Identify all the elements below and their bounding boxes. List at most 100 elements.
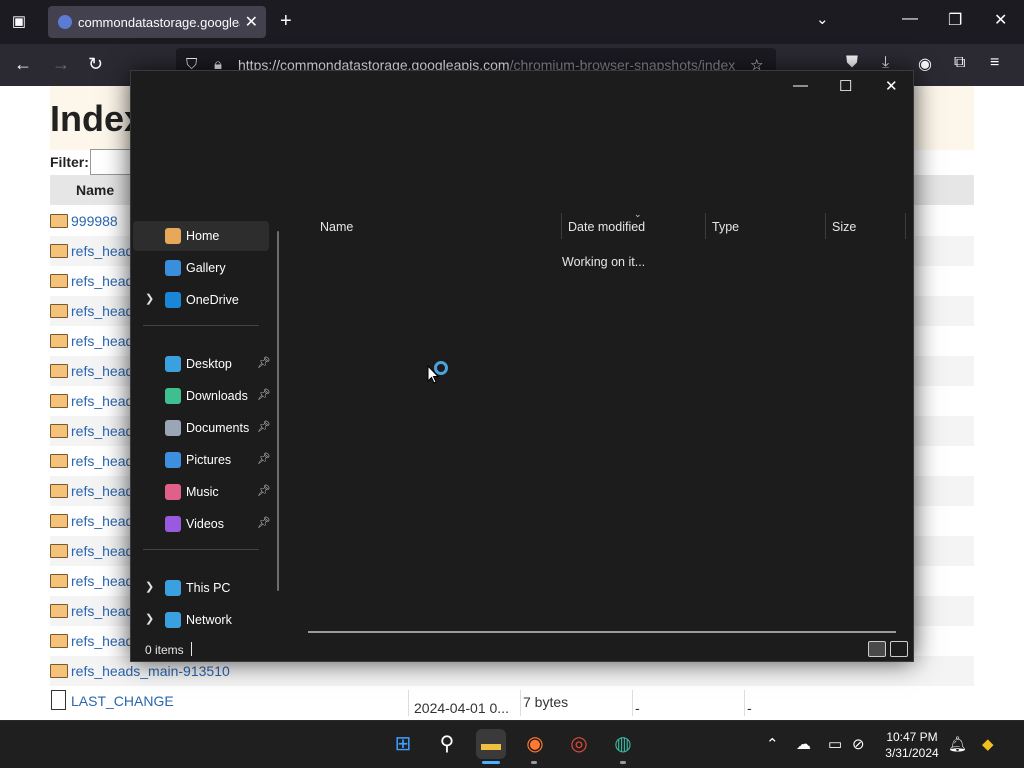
folder-link[interactable]: refs_heads_main-913510: [71, 663, 230, 679]
column-separator[interactable]: [561, 213, 562, 239]
expand-chevron-icon[interactable]: ❯: [145, 580, 154, 593]
browser-close-icon[interactable]: ✕: [994, 10, 1007, 30]
details-view-button[interactable]: [868, 641, 886, 657]
size-cell: 7 bytes: [520, 690, 632, 716]
folder-icon: [50, 424, 68, 438]
nav-item-downloads[interactable]: Downloads 📌︎: [133, 381, 271, 411]
column-type[interactable]: Type: [712, 220, 739, 234]
nav-item-label: Gallery: [186, 261, 226, 275]
nav-item-label: Home: [186, 229, 220, 243]
folder-icon: [50, 634, 68, 648]
folder-link[interactable]: 999988: [71, 213, 118, 229]
column-size[interactable]: Size: [832, 220, 856, 234]
horizontal-scrollbar[interactable]: [308, 631, 896, 633]
filter-label: Filter:: [50, 154, 89, 170]
onedrive-tray-icon[interactable]: ☁: [796, 735, 811, 753]
onedrive-icon: [165, 292, 181, 308]
mouse-cursor-icon: [427, 365, 439, 384]
pin-icon: 📌︎: [257, 517, 271, 529]
pin-icon: 📌︎: [257, 485, 271, 497]
nav-item-documents[interactable]: Documents 📌︎: [133, 413, 271, 443]
expand-chevron-icon[interactable]: ❯: [145, 292, 154, 305]
tab-close-icon[interactable]: ✕: [245, 12, 258, 32]
network-muted-icon[interactable]: ⊘: [852, 735, 865, 753]
clock-date: 3/31/2024: [885, 746, 939, 760]
file-icon: [51, 690, 66, 710]
item-count: 0 items: [145, 643, 184, 657]
nav-item-music[interactable]: Music 📌︎: [133, 477, 271, 507]
display-icon[interactable]: ▭: [828, 735, 842, 753]
date-cell: 2024-04-01 0...: [408, 690, 520, 716]
name-column-header[interactable]: Name: [76, 182, 114, 198]
back-arrow-icon[interactable]: ←: [14, 54, 32, 75]
search-icon[interactable]: ⚲: [432, 729, 462, 759]
nav-item-videos[interactable]: Videos 📌︎: [133, 509, 271, 539]
close-icon[interactable]: ✕: [885, 77, 898, 95]
nav-item-label: Videos: [186, 517, 224, 531]
navigation-pane: Home Gallery ❯ OneDrive Desktop 📌︎ Downloads 📌…: [131, 213, 289, 633]
site-favicon-icon: [58, 15, 72, 29]
column-separator[interactable]: [905, 213, 906, 239]
nav-item-label: Music: [186, 485, 219, 499]
nav-item-home[interactable]: Home: [133, 221, 269, 251]
show-hidden-icons-chevron-icon[interactable]: ⌃: [766, 735, 779, 753]
nav-item-pictures[interactable]: Pictures 📌︎: [133, 445, 271, 475]
file-explorer-icon[interactable]: ▬: [476, 729, 506, 759]
folder-icon: [50, 304, 68, 318]
minimize-icon[interactable]: —: [793, 77, 808, 94]
nav-item-this-pc[interactable]: ❯ This PC: [133, 573, 269, 603]
extensions-icon[interactable]: ⧉: [954, 54, 965, 72]
chrome-icon[interactable]: ◎: [564, 729, 594, 759]
notification-bell-icon[interactable]: 🔔︎: [948, 735, 967, 753]
tab-list-icon[interactable]: ▣: [8, 12, 30, 32]
nav-item-label: This PC: [186, 581, 231, 595]
column-separator[interactable]: [705, 213, 706, 239]
folder-icon: [50, 244, 68, 258]
column-separator[interactable]: [825, 213, 826, 239]
column-name[interactable]: Name: [320, 220, 353, 234]
copilot-icon[interactable]: ◆: [982, 735, 994, 753]
expand-chevron-icon[interactable]: ❯: [145, 612, 154, 625]
firefox-icon[interactable]: ◉: [520, 729, 550, 759]
forward-arrow-icon[interactable]: →: [52, 54, 70, 75]
browser-tab[interactable]: commondatastorage.googleapis.com ✕: [48, 6, 266, 38]
folder-icon: [50, 364, 68, 378]
status-divider: [191, 642, 192, 656]
last-change-link[interactable]: LAST_CHANGE: [71, 693, 174, 709]
list-all-tabs-chevron-icon[interactable]: ⌄: [816, 10, 829, 28]
account-icon[interactable]: ◉: [918, 54, 932, 74]
start-windows-icon[interactable]: ⊞: [388, 729, 418, 759]
reload-icon[interactable]: ↻: [88, 54, 103, 75]
folder-icon: [50, 454, 68, 468]
nav-divider: [143, 549, 259, 550]
nav-item-network[interactable]: ❯ Network: [133, 605, 269, 635]
nav-item-label: Network: [186, 613, 232, 627]
nav-scrollbar[interactable]: [277, 231, 279, 591]
pin-icon: 📌︎: [257, 357, 271, 369]
folder-icon: [50, 214, 68, 228]
nav-item-gallery[interactable]: Gallery: [133, 253, 269, 283]
system-clock[interactable]: 10:47 PM 3/31/2024: [880, 729, 944, 761]
folder-icon: [50, 574, 68, 588]
cell-4: -: [744, 690, 856, 716]
nav-item-onedrive[interactable]: ❯ OneDrive: [133, 285, 269, 315]
folder-icon: [50, 394, 68, 408]
taskbar: ⊞ ⚲ ▬ ◉ ◎ ◍ ⌃ ☁ ▭ ⊘ 10:47 PM 3/31/2024 🔔…: [0, 720, 1024, 768]
menu-icon[interactable]: ≡: [990, 54, 999, 72]
column-date-modified[interactable]: Date modified: [568, 220, 645, 234]
folder-icon: [50, 334, 68, 348]
clock-time: 10:47 PM: [886, 730, 938, 744]
loading-message: Working on it...: [562, 255, 646, 269]
network-app-icon[interactable]: ◍: [608, 729, 638, 759]
large-icons-view-button[interactable]: [890, 641, 908, 657]
nav-item-label: Pictures: [186, 453, 232, 467]
browser-minimize-icon[interactable]: —: [902, 10, 918, 28]
pin-icon: 📌︎: [257, 421, 271, 433]
pin-icon: 📌︎: [257, 453, 271, 465]
new-tab-button[interactable]: +: [280, 10, 292, 33]
browser-restore-icon[interactable]: ❐: [948, 10, 962, 30]
nav-item-desktop[interactable]: Desktop 📌︎: [133, 349, 271, 379]
home-icon: [165, 228, 181, 244]
maximize-icon[interactable]: ☐: [839, 77, 852, 95]
running-app-indicator: [531, 761, 537, 764]
